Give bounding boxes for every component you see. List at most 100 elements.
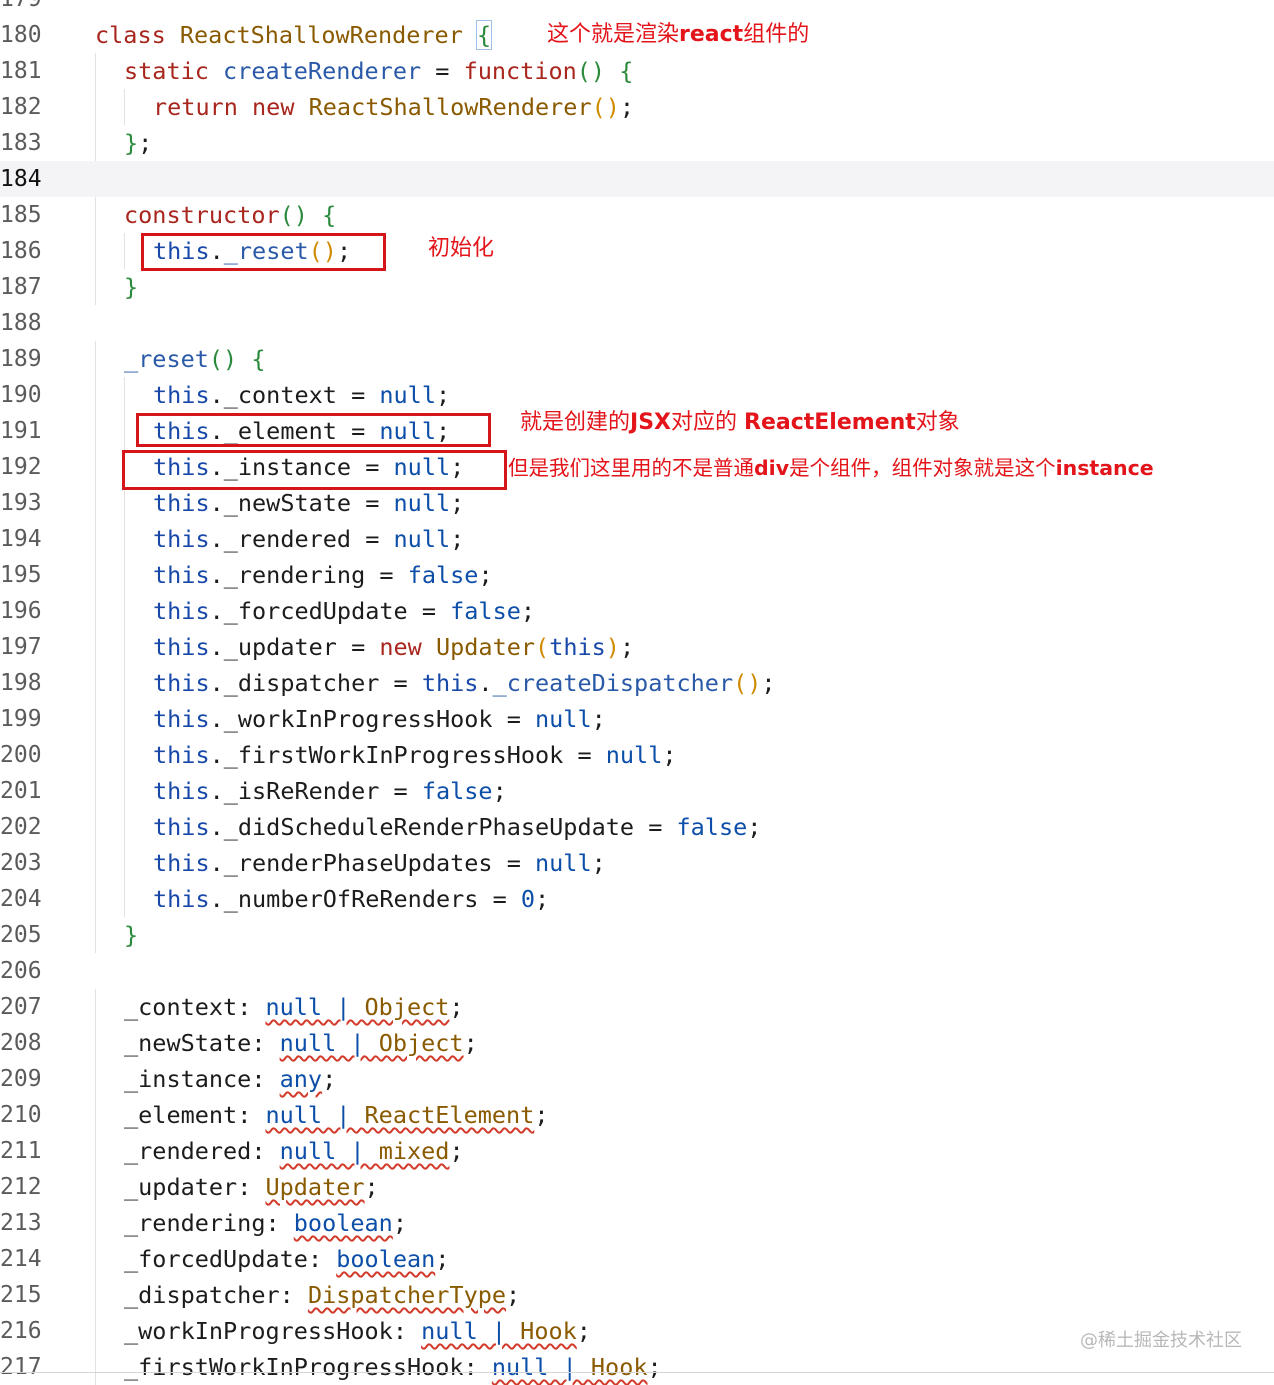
code-token: =: [492, 705, 536, 733]
code-token: ;: [535, 885, 550, 913]
code-token: ._isReRender: [209, 777, 380, 805]
code-line[interactable]: 210 _element: null | ReactElement;: [0, 1097, 1274, 1133]
code-token: function: [463, 57, 577, 85]
line-number: 211: [0, 1138, 42, 1164]
indent-guide: [95, 413, 96, 449]
code-text: this._renderPhaseUpdates = null;: [153, 845, 606, 881]
code-token: ;: [747, 813, 762, 841]
code-token: null: [379, 381, 436, 409]
code-text: return new ReactShallowRenderer();: [153, 89, 634, 125]
code-line[interactable]: 194 this._rendered = null;: [0, 521, 1274, 557]
annotation-text-bold: ReactElement: [744, 410, 916, 435]
code-line[interactable]: 215 _dispatcher: DispatcherType;: [0, 1277, 1274, 1313]
code-line[interactable]: 204 this._numberOfReRenders = 0;: [0, 881, 1274, 917]
code-line[interactable]: 201 this._isReRender = false;: [0, 773, 1274, 809]
code-line[interactable]: 179: [0, 0, 1274, 17]
code-token: null: [393, 525, 451, 553]
indent-guide: [95, 197, 96, 233]
code-token: new: [379, 633, 436, 661]
code-token: ._workInProgressHook: [209, 705, 493, 733]
line-number: 186: [0, 238, 42, 264]
code-token: _createDispatcher: [492, 669, 734, 697]
code-text: this._context = null;: [153, 377, 450, 413]
code-line[interactable]: 214 _forcedUpdate: boolean;: [0, 1241, 1274, 1277]
indent-guide: [95, 773, 96, 809]
code-token: .: [478, 669, 493, 697]
code-token: null |: [279, 1137, 379, 1165]
code-line[interactable]: 182 return new ReactShallowRenderer();: [0, 89, 1274, 125]
code-line[interactable]: 199 this._workInProgressHook = null;: [0, 701, 1274, 737]
code-token: false: [407, 561, 479, 589]
line-number: 187: [0, 274, 42, 300]
code-line[interactable]: 208 _newState: null | Object;: [0, 1025, 1274, 1061]
code-line[interactable]: 181 static createRenderer = function() {: [0, 53, 1274, 89]
code-token: =: [336, 381, 380, 409]
code-token: false: [421, 777, 493, 805]
indent-guide: [95, 1277, 96, 1313]
code-line[interactable]: 206: [0, 953, 1274, 989]
code-line[interactable]: 189 _reset() {: [0, 341, 1274, 377]
code-token: return new: [153, 93, 309, 121]
code-line[interactable]: 212 _updater: Updater;: [0, 1169, 1274, 1205]
code-text: this._firstWorkInProgressHook = null;: [153, 737, 677, 773]
code-line[interactable]: 207 _context: null | Object;: [0, 989, 1274, 1025]
code-line[interactable]: 188: [0, 305, 1274, 341]
code-text: _reset() {: [124, 341, 265, 377]
code-line[interactable]: 184: [0, 161, 1274, 197]
indent-guide: [124, 665, 125, 701]
annotation-text: 就是创建的: [520, 410, 631, 435]
code-token: }: [124, 273, 139, 301]
indent-guide: [95, 1097, 96, 1133]
annotation-element-note: 就是创建的JSX对应的 ReactElement对象: [520, 408, 960, 438]
code-line[interactable]: 200 this._firstWorkInProgressHook = null;: [0, 737, 1274, 773]
code-line[interactable]: 209 _instance: any;: [0, 1061, 1274, 1097]
indent-guide: [124, 593, 125, 629]
code-line[interactable]: 185 constructor() {: [0, 197, 1274, 233]
code-text: _rendering: boolean;: [124, 1205, 407, 1241]
code-text: constructor() {: [124, 197, 336, 233]
indent-guide: [124, 845, 125, 881]
code-token: class: [95, 21, 180, 49]
code-token: this: [153, 741, 210, 769]
code-line[interactable]: 196 this._forcedUpdate = false;: [0, 593, 1274, 629]
code-token: this: [153, 381, 210, 409]
indent-guide: [95, 1241, 96, 1277]
line-number: 190: [0, 382, 42, 408]
annotation-text: 是个组件，组件对象就是这个: [789, 456, 1056, 480]
code-text: _element: null | ReactElement;: [124, 1097, 548, 1133]
code-token: :: [265, 1209, 294, 1237]
code-token: :: [307, 1245, 337, 1273]
code-token: this: [153, 597, 210, 625]
indent-guide: [124, 737, 125, 773]
code-text: };: [124, 125, 152, 161]
code-editor[interactable]: 179180class ReactShallowRenderer {181sta…: [0, 0, 1274, 1385]
annotation-text-bold: instance: [1055, 456, 1154, 480]
code-line[interactable]: 213 _rendering: boolean;: [0, 1205, 1274, 1241]
indent-guide: [124, 485, 125, 521]
code-token: Updater: [265, 1173, 365, 1201]
code-token: _rendering: [124, 1209, 266, 1237]
code-line[interactable]: 183};: [0, 125, 1274, 161]
code-line[interactable]: 217 _firstWorkInProgressHook: null | Hook…: [0, 1349, 1274, 1385]
code-token: createRenderer: [223, 57, 422, 85]
code-text: }: [124, 269, 138, 305]
code-token: () {: [279, 201, 337, 229]
code-line[interactable]: 211 _rendered: null | mixed;: [0, 1133, 1274, 1169]
code-line[interactable]: 197 this._updater = new Updater(this);: [0, 629, 1274, 665]
code-text: this._didScheduleRenderPhaseUpdate = fal…: [153, 809, 761, 845]
code-line[interactable]: 187}: [0, 269, 1274, 305]
indent-guide: [124, 701, 125, 737]
code-token: DispatcherType: [307, 1281, 507, 1309]
code-line[interactable]: 203 this._renderPhaseUpdates = null;: [0, 845, 1274, 881]
line-number: 214: [0, 1246, 42, 1272]
indent-guide: [124, 413, 125, 449]
code-line[interactable]: 193 this._newState = null;: [0, 485, 1274, 521]
code-line[interactable]: 195 this._rendering = false;: [0, 557, 1274, 593]
code-text: _updater: Updater;: [124, 1169, 379, 1205]
line-number: 213: [0, 1210, 42, 1236]
code-line[interactable]: 205}: [0, 917, 1274, 953]
code-line[interactable]: 198 this._dispatcher = this._createDispat…: [0, 665, 1274, 701]
code-token: this: [153, 669, 210, 697]
indent-guide: [95, 809, 96, 845]
code-line[interactable]: 202 this._didScheduleRenderPhaseUpdate = …: [0, 809, 1274, 845]
